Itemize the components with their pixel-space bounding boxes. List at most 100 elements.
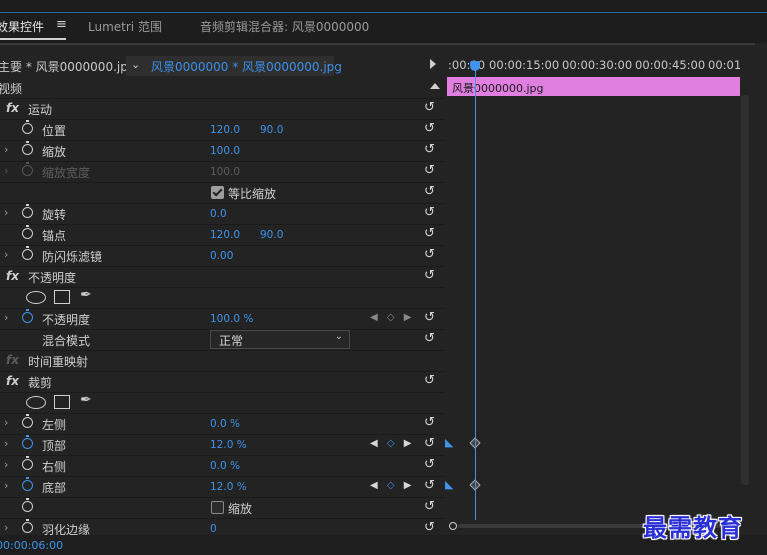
- reset-icon[interactable]: ↺: [424, 415, 435, 430]
- playhead-line[interactable]: [475, 70, 476, 520]
- vertical-scrollbar[interactable]: [741, 95, 749, 485]
- pen-mask-icon[interactable]: ✒: [80, 392, 92, 408]
- param-value[interactable]: 100.0: [210, 145, 240, 157]
- effect-time-remap-label: 时间重映射: [28, 355, 89, 369]
- chevron-right-icon[interactable]: ›: [4, 311, 8, 324]
- fx-icon[interactable]: fx: [6, 374, 19, 388]
- chevron-right-icon[interactable]: ›: [4, 143, 8, 156]
- reset-icon[interactable]: ↺: [424, 331, 435, 346]
- ruler-timecode: 00:00:15:00: [489, 58, 560, 72]
- stopwatch-icon[interactable]: [22, 435, 33, 449]
- stopwatch-icon[interactable]: [22, 225, 33, 239]
- param-value[interactable]: 0.0: [210, 208, 227, 220]
- stopwatch-icon[interactable]: [22, 204, 33, 218]
- param-value-x[interactable]: 120.0: [210, 124, 240, 136]
- param-value[interactable]: 0.0 %: [210, 418, 240, 430]
- param-value[interactable]: 12.0 %: [210, 439, 247, 451]
- reset-icon[interactable]: ↺: [424, 121, 435, 136]
- chevron-down-icon[interactable]: ⌄: [131, 58, 140, 71]
- reset-icon[interactable]: ↺: [424, 478, 435, 493]
- panel-menu-icon[interactable]: ≡: [56, 17, 67, 32]
- stopwatch-icon[interactable]: [22, 498, 33, 512]
- reset-icon[interactable]: ↺: [424, 436, 435, 451]
- playhead-handle[interactable]: [470, 61, 480, 71]
- reset-icon[interactable]: ↺: [424, 373, 435, 388]
- chevron-right-icon[interactable]: ›: [4, 248, 8, 261]
- stopwatch-icon[interactable]: [22, 519, 33, 533]
- param-label: 不透明度: [42, 313, 91, 327]
- effect-time-remap[interactable]: fx 时间重映射: [0, 350, 444, 372]
- param-label: 缩放宽度: [42, 166, 91, 180]
- rectangle-mask-icon[interactable]: [54, 395, 70, 409]
- reset-icon[interactable]: ↺: [424, 247, 435, 262]
- reset-icon[interactable]: ↺: [424, 520, 435, 535]
- param-value-y[interactable]: 90.0: [260, 124, 283, 136]
- stopwatch-icon[interactable]: [22, 414, 33, 428]
- stopwatch-icon[interactable]: [22, 477, 33, 491]
- param-value[interactable]: 0: [210, 523, 217, 535]
- stopwatch-icon[interactable]: [22, 141, 33, 155]
- param-right: › 右侧 0.0 % ↺: [0, 455, 444, 477]
- param-value[interactable]: 12.0 %: [210, 481, 247, 493]
- chevron-right-icon[interactable]: ›: [4, 206, 8, 219]
- tab-lumetri-scopes[interactable]: Lumetri 范围: [88, 18, 162, 35]
- keyframe-navigator[interactable]: ◀ ◇ ▶: [370, 480, 414, 491]
- reset-icon[interactable]: ↺: [424, 184, 435, 199]
- tab-audio-clip-mixer[interactable]: 音频剪辑混合器: 风景0000000: [200, 18, 369, 35]
- reset-icon[interactable]: ↺: [424, 457, 435, 472]
- uniform-scale-checkbox[interactable]: [211, 186, 224, 199]
- blend-mode-value: 正常: [219, 334, 244, 348]
- chevron-right-icon[interactable]: ›: [4, 521, 8, 534]
- fx-icon[interactable]: fx: [6, 101, 19, 115]
- current-timecode[interactable]: 00:00:06:00: [0, 539, 63, 552]
- ellipse-mask-icon[interactable]: [26, 396, 46, 409]
- stopwatch-icon[interactable]: [22, 246, 33, 260]
- fx-icon[interactable]: fx: [6, 353, 19, 367]
- param-value[interactable]: 100.0 %: [210, 313, 253, 325]
- zoom-checkbox[interactable]: [211, 501, 224, 514]
- master-clip-label[interactable]: 主要 * 风景0000000.jpg: [0, 58, 135, 75]
- keyframe-navigator[interactable]: ◀ ◇ ▶: [370, 438, 414, 449]
- reset-icon[interactable]: ↺: [424, 310, 435, 325]
- reset-icon[interactable]: ↺: [424, 205, 435, 220]
- ellipse-mask-icon[interactable]: [26, 291, 46, 304]
- panel-focus-line: [0, 12, 767, 13]
- stopwatch-icon[interactable]: [22, 456, 33, 470]
- param-label: 左侧: [42, 418, 67, 432]
- effect-motion[interactable]: fx 运动 ↺: [0, 98, 444, 120]
- param-anti-flicker: › 防闪烁滤镜 0.00 ↺: [0, 245, 444, 267]
- param-uniform-scale: 等比缩放 ↺: [0, 182, 444, 204]
- reset-icon[interactable]: ↺: [424, 268, 435, 283]
- param-value-y[interactable]: 90.0: [260, 229, 283, 241]
- fx-icon[interactable]: fx: [6, 269, 19, 283]
- chevron-right-icon[interactable]: ›: [4, 458, 8, 471]
- reset-icon[interactable]: ↺: [424, 142, 435, 157]
- play-triangle-icon[interactable]: [430, 59, 436, 69]
- pen-mask-icon[interactable]: ✒: [80, 287, 92, 303]
- zoom-scroll-handle[interactable]: [449, 522, 457, 530]
- param-value[interactable]: 0.00: [210, 250, 233, 262]
- stopwatch-icon[interactable]: [22, 309, 33, 323]
- tab-effect-controls[interactable]: 效果控件: [0, 18, 44, 35]
- param-rotation: › 旋转 0.0 ↺: [0, 203, 444, 225]
- reset-icon[interactable]: ↺: [424, 100, 435, 115]
- param-label: 缩放: [42, 145, 67, 159]
- chevron-right-icon[interactable]: ›: [4, 437, 8, 450]
- blend-mode-select[interactable]: 正常 ⌄: [210, 330, 350, 349]
- stopwatch-icon[interactable]: [22, 120, 33, 134]
- param-value-x[interactable]: 120.0: [210, 229, 240, 241]
- chevron-right-icon[interactable]: ›: [4, 479, 8, 492]
- sequence-clip-label[interactable]: 风景0000000 * 风景0000000.jpg: [151, 58, 342, 75]
- reset-icon[interactable]: ↺: [424, 163, 435, 178]
- effect-opacity[interactable]: fx 不透明度 ↺: [0, 266, 444, 288]
- chevron-right-icon[interactable]: ›: [4, 416, 8, 429]
- rectangle-mask-icon[interactable]: [54, 290, 70, 304]
- keyframe-navigator[interactable]: ◀ ◇ ▶: [370, 312, 414, 323]
- reset-icon[interactable]: ↺: [424, 499, 435, 514]
- effect-crop[interactable]: fx 裁剪 ↺: [0, 371, 444, 393]
- mask-tools-row: ✒: [0, 392, 444, 414]
- reset-icon[interactable]: ↺: [424, 226, 435, 241]
- uniform-scale-label: 等比缩放: [228, 187, 277, 201]
- ruler-timecode: 00:00:30:00: [562, 58, 633, 72]
- param-value[interactable]: 0.0 %: [210, 460, 240, 472]
